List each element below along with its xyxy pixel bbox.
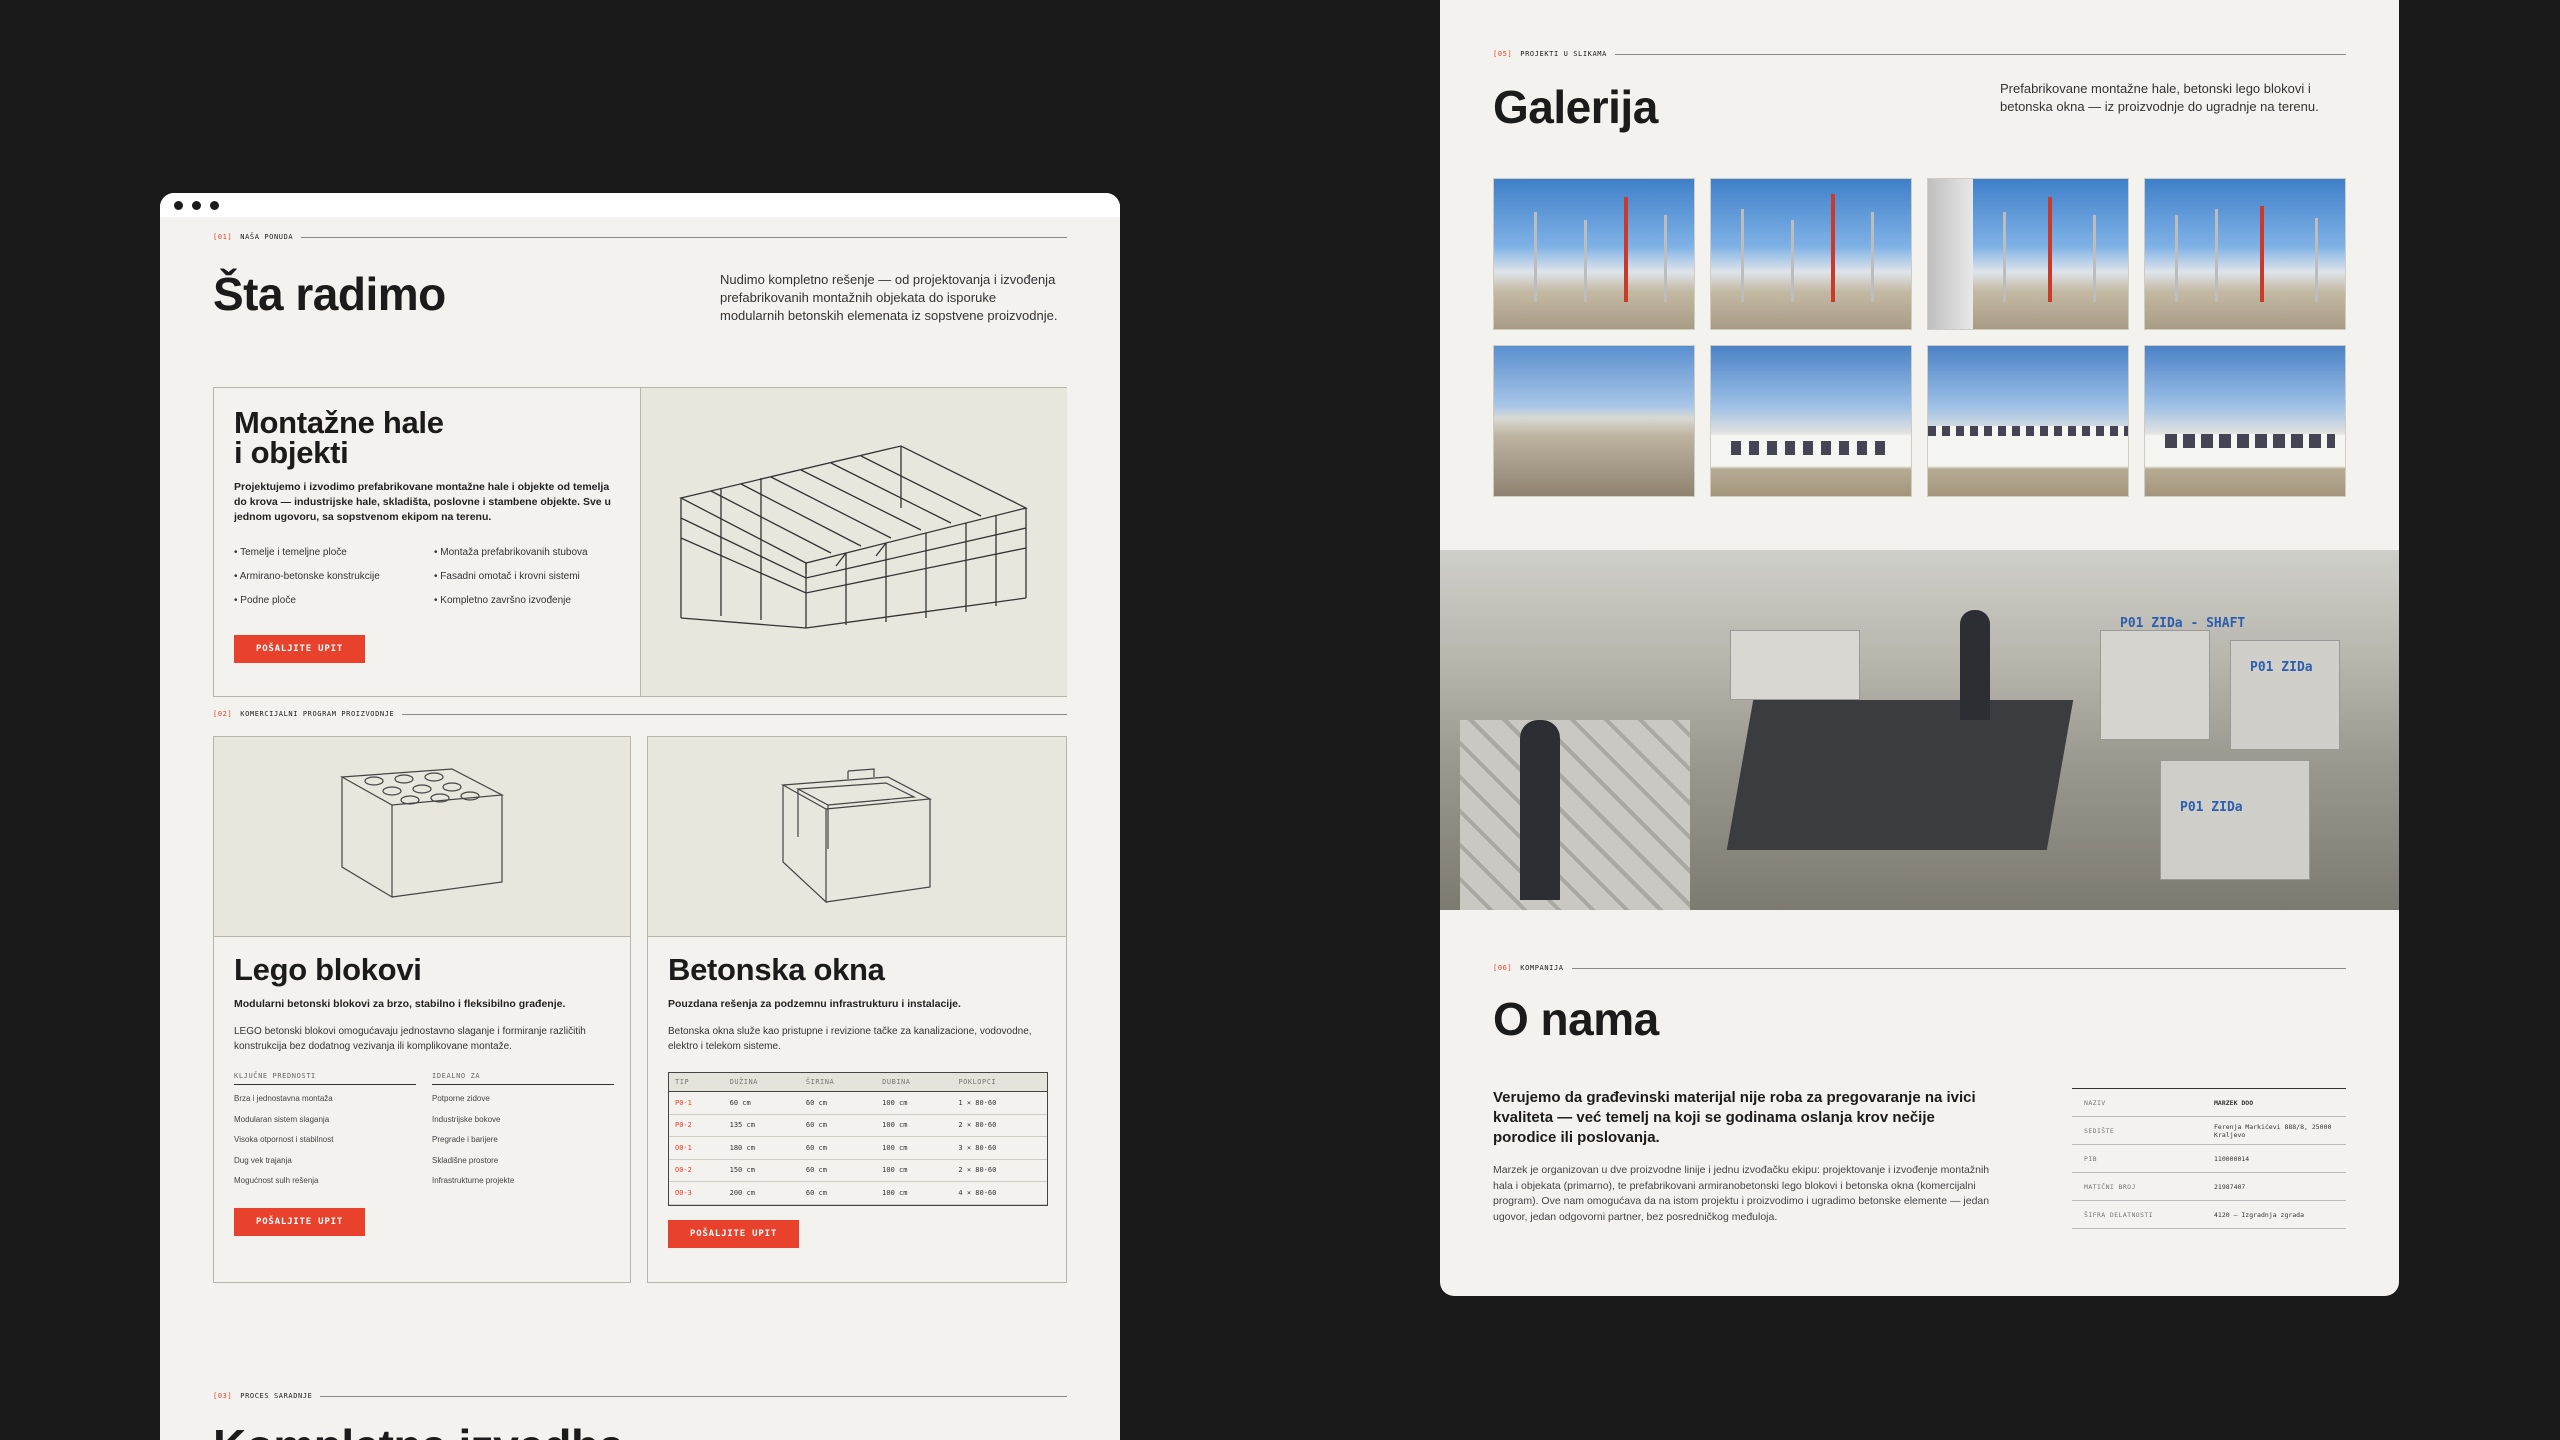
- card-subtitle: Modularni betonski blokovi za brzo, stab…: [234, 998, 566, 1010]
- send-inquiry-button[interactable]: POŠALJITE UPIT: [234, 635, 366, 663]
- window-chrome: [160, 193, 1120, 217]
- gallery-photo[interactable]: [1493, 178, 1695, 330]
- window-dot-icon[interactable]: [174, 200, 183, 210]
- section-eyebrow: [06] KOMPANIJA: [1493, 964, 2346, 972]
- photo-stencil-text: P01 ZIDa: [2180, 800, 2243, 815]
- gallery-photo[interactable]: [2144, 178, 2346, 330]
- gallery-photo[interactable]: [1710, 178, 1912, 330]
- photo-stencil-text: P01 ZIDa - SHAFT: [2120, 616, 2246, 631]
- card-subtitle: Pouzdana rešenja za podzemnu infrastrukt…: [668, 998, 961, 1010]
- section-eyebrow: [01] NAŠA PONUDA: [213, 233, 1067, 241]
- table-row: P0-2 135 cm 60 cm 100 cm 2 × 80·60: [669, 1114, 1047, 1137]
- bullet-list: Montaža prefabrikovanih stubova Fasadni …: [434, 541, 588, 613]
- company-info-table: NAZIV MARZEK DOO SEDIŠTE Ferenja Markićevi…: [2072, 1088, 2346, 1229]
- about-body: Marzek je organizovan u dve proizvodne l…: [1493, 1164, 1990, 1223]
- right-page-window: [05] PROJEKTI U SLIKAMA Galerija Prefabri…: [1440, 0, 2399, 1296]
- table-row: ŠIFRA DELATNOSTI 4120 — Izgradnja zgrada: [2072, 1200, 2346, 1229]
- lego-block-illustration: [214, 737, 630, 937]
- card-montazne-hale: Montažne hale i objekti Projektujemo i iz…: [213, 387, 1067, 697]
- card-description: Projektujemo i izvodimo prefabrikovane m…: [234, 481, 611, 523]
- section-lead: Nudimo kompletno rešenje — od projektova…: [720, 272, 1058, 323]
- section-eyebrow: [05] PROJEKTI U SLIKAMA: [1493, 50, 2346, 58]
- left-page-window: [01] NAŠA PONUDA Šta radimo Nudimo komple…: [160, 193, 1120, 1440]
- section-title: Galerija: [1493, 81, 1658, 133]
- card-title: Montažne hale i objekti: [234, 405, 444, 470]
- card-lego-blokovi: Lego blokovi Modularni betonski blokovi …: [213, 736, 631, 1283]
- send-inquiry-button[interactable]: POŠALJITE UPIT: [668, 1219, 800, 1248]
- section-title: O nama: [1493, 993, 1659, 1045]
- about-lead: Verujemo da građevinski materijal nije r…: [1493, 1089, 1976, 1146]
- card-title: Lego blokovi: [234, 952, 422, 987]
- card-description: LEGO betonski blokovi omogućavaju jednos…: [234, 1026, 586, 1052]
- ideal-for-list: IDEALNO ZA Potporne zidove Industrijske b…: [432, 1072, 614, 1192]
- table-row: MATIČNI BROJ 21987407: [2072, 1172, 2346, 1201]
- spec-table: TIP DUŽINA ŠIRINA DUBINA POKLOPCI P0-1 60 cm 6…: [668, 1072, 1048, 1206]
- bullet-list: Temelje i temeljne ploče Armirano-betons…: [234, 541, 420, 613]
- table-row: SEDIŠTE Ferenja Markićevi 888/8, 25000 Kr…: [2072, 1116, 2346, 1145]
- gallery-photo[interactable]: [1927, 345, 2129, 497]
- window-dot-icon[interactable]: [192, 200, 201, 210]
- hall-frame-illustration: [640, 388, 1067, 696]
- shaft-illustration: [648, 737, 1066, 937]
- gallery-photo[interactable]: [2144, 345, 2346, 497]
- section-lead: Prefabrikovane montažne hale, betonski l…: [2000, 81, 2319, 114]
- table-row: P0-1 60 cm 60 cm 100 cm 1 × 80·60: [669, 1091, 1047, 1115]
- photo-stencil-text: P01 ZIDa: [2250, 660, 2313, 675]
- factory-photo: P01 ZIDa - SHAFT P01 ZIDa P01 ZIDa: [1440, 550, 2399, 910]
- table-row: O0-3 200 cm 60 cm 100 cm 4 × 80·60: [669, 1181, 1047, 1205]
- section-eyebrow: [02] KOMERCIJALNI PROGRAM PROIZVODNJE: [213, 710, 1067, 718]
- window-dot-icon[interactable]: [210, 200, 219, 210]
- section-number: [01]: [213, 233, 233, 241]
- gallery-photo[interactable]: [1710, 345, 1912, 497]
- section-eyebrow: [03] PROCES SARADNJE: [213, 1392, 1067, 1400]
- card-title: Betonska okna: [668, 952, 885, 987]
- card-betonska-okna: Betonska okna Pouzdana rešenja za podzem…: [647, 736, 1067, 1283]
- table-row: NAZIV MARZEK DOO: [2072, 1088, 2346, 1117]
- card-description: Betonska okna služe kao pristupne i revi…: [668, 1026, 1032, 1052]
- gallery-photo[interactable]: [1493, 345, 1695, 497]
- advantages-list: KLJUČNE PREDNOSTI Brza i jednostavna mon…: [234, 1072, 416, 1192]
- table-row: PIB 110000014: [2072, 1144, 2346, 1173]
- send-inquiry-button[interactable]: POŠALJITE UPIT: [234, 1207, 366, 1236]
- gallery-photo[interactable]: [1927, 178, 2129, 330]
- table-row: O0-2 150 cm 60 cm 100 cm 2 × 80·60: [669, 1159, 1047, 1182]
- table-row: O0-1 180 cm 60 cm 100 cm 3 × 80·60: [669, 1136, 1047, 1160]
- section-title: Kompletna izvedba: [213, 1419, 1067, 1440]
- section-label: NAŠA PONUDA: [240, 233, 294, 241]
